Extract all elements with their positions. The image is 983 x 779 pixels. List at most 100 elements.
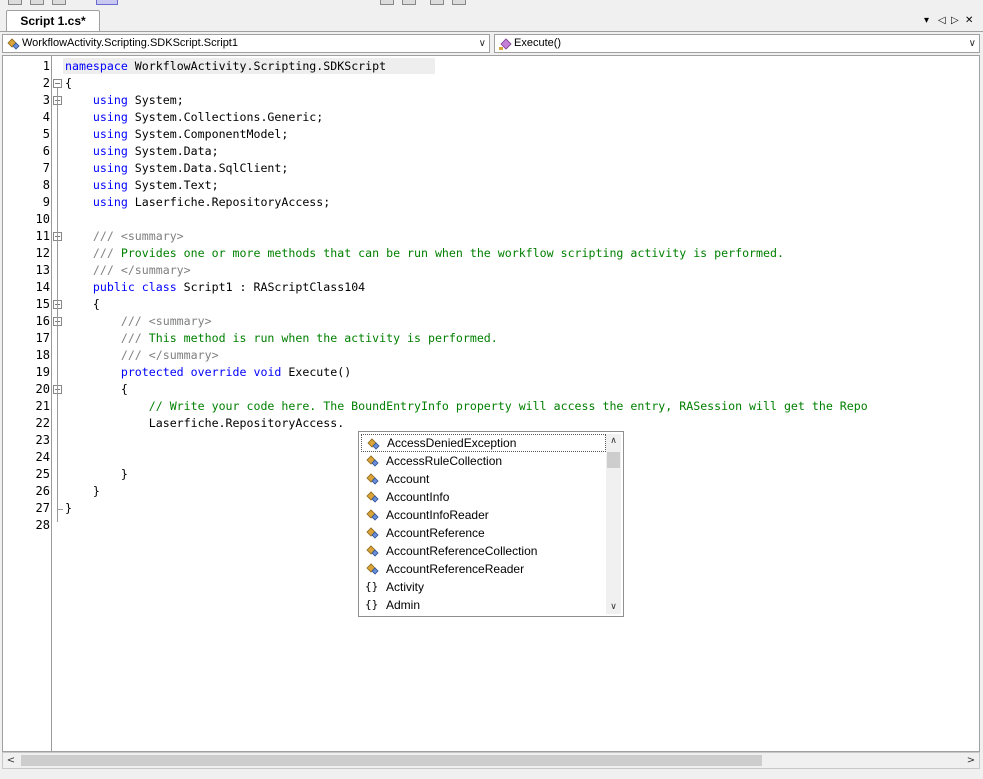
code-text: WorkflowActivity.Scripting.SDKScript xyxy=(127,59,387,73)
code-line: /// <summary> xyxy=(65,228,184,245)
status-strip xyxy=(0,770,983,779)
code-text: System.Collections.Generic; xyxy=(127,110,324,124)
code-line: /// </summary> xyxy=(65,347,219,364)
code-comment: /// xyxy=(120,331,149,345)
toolbar-button[interactable] xyxy=(8,0,22,5)
code-text: } xyxy=(65,484,100,498)
scroll-right-icon[interactable]: > xyxy=(963,753,979,768)
horizontal-scrollbar[interactable]: < > xyxy=(2,752,980,769)
class-navigation-combo[interactable]: WorkflowActivity.Scripting.SDKScript.Scr… xyxy=(2,34,490,53)
code-area[interactable]: namespace WorkflowActivity.Scripting.SDK… xyxy=(3,56,979,751)
code-line: using System.Collections.Generic; xyxy=(65,109,323,126)
code-comment: <summary> xyxy=(120,229,184,243)
tab-script-1[interactable]: Script 1.cs* xyxy=(6,10,100,31)
class-icon xyxy=(7,38,20,50)
code-keyword: using xyxy=(92,144,128,158)
code-keyword: void xyxy=(253,365,282,379)
code-line: // Write your code here. The BoundEntryI… xyxy=(65,398,868,415)
code-line: { xyxy=(65,75,72,92)
code-text: System; xyxy=(127,93,184,107)
code-editor[interactable]: 1 2 3 4 5 6 7 8 9 10 11 12 13 14 15 16 17 18 19 20 21 22 23 24 2… xyxy=(2,55,980,752)
toolbar-button[interactable] xyxy=(430,0,444,5)
code-text: Execute() xyxy=(281,365,352,379)
code-keyword: override xyxy=(190,365,247,379)
code-keyword: using xyxy=(92,195,128,209)
code-text: System.Data; xyxy=(127,144,219,158)
code-comment: Provides one or more methods that can be… xyxy=(120,246,784,260)
code-text: } xyxy=(65,467,128,481)
code-line: } xyxy=(65,500,72,517)
code-line: Laserfiche.RepositoryAccess. xyxy=(65,415,344,432)
code-comment: /// xyxy=(120,314,149,328)
code-line: using Laserfiche.RepositoryAccess; xyxy=(65,194,330,211)
code-keyword: namespace xyxy=(65,59,128,73)
toolbar-button[interactable] xyxy=(96,0,118,5)
code-line: } xyxy=(65,483,100,500)
scroll-thumb[interactable] xyxy=(21,755,762,766)
code-keyword: protected xyxy=(120,365,184,379)
code-text: Script1 : RAScriptClass104 xyxy=(176,280,366,294)
code-comment: This method is run when the activity is … xyxy=(148,331,498,345)
code-comment: // Write your code here. The BoundEntryI… xyxy=(148,399,868,413)
toolbar-button[interactable] xyxy=(30,0,44,5)
toolbar-button[interactable] xyxy=(402,0,416,5)
code-line: /// Provides one or more methods that ca… xyxy=(65,245,784,262)
tab-next-icon[interactable]: ▷ xyxy=(951,16,959,26)
code-keyword: using xyxy=(92,161,128,175)
tab-list-dropdown-icon[interactable]: ▾ xyxy=(924,16,929,26)
method-icon xyxy=(499,38,512,50)
tab-prev-icon[interactable]: ◁ xyxy=(938,16,946,26)
code-text: System.Data.SqlClient; xyxy=(127,161,289,175)
scroll-left-icon[interactable]: < xyxy=(3,753,19,768)
code-text: { xyxy=(65,382,128,396)
code-line: /// This method is run when the activity… xyxy=(65,330,498,347)
code-text: { xyxy=(65,76,72,90)
code-keyword: using xyxy=(92,127,128,141)
code-line: using System.ComponentModel; xyxy=(65,126,288,143)
code-comment: /// xyxy=(92,263,121,277)
code-comment: </summary> xyxy=(120,263,191,277)
code-keyword: using xyxy=(92,93,128,107)
code-comment: /// xyxy=(92,229,121,243)
code-comment: <summary> xyxy=(148,314,212,328)
chevron-down-icon[interactable]: ∨ xyxy=(479,35,486,52)
code-line: /// <summary> xyxy=(65,313,212,330)
code-keyword: class xyxy=(141,280,177,294)
code-comment: /// xyxy=(92,246,121,260)
code-keyword: public xyxy=(92,280,135,294)
code-line: namespace WorkflowActivity.Scripting.SDK… xyxy=(65,58,386,75)
code-line: using System.Text; xyxy=(65,177,219,194)
code-line: public class Script1 : RAScriptClass104 xyxy=(65,279,365,296)
toolbar-button[interactable] xyxy=(452,0,466,5)
code-line: /// </summary> xyxy=(65,262,191,279)
code-line: { xyxy=(65,296,100,313)
code-text: } xyxy=(65,501,72,515)
code-comment: </summary> xyxy=(148,348,219,362)
code-line: using System.Data; xyxy=(65,143,219,160)
code-text: { xyxy=(65,297,100,311)
chevron-down-icon[interactable]: ∨ xyxy=(969,35,976,52)
close-icon[interactable]: ✕ xyxy=(965,16,973,26)
code-line: { xyxy=(65,381,128,398)
toolbar-button[interactable] xyxy=(380,0,394,5)
member-navigation-combo[interactable]: Execute() ∨ xyxy=(494,34,980,53)
code-comment: /// xyxy=(120,348,149,362)
class-combo-value: WorkflowActivity.Scripting.SDKScript.Scr… xyxy=(22,37,238,49)
code-text: System.Text; xyxy=(127,178,219,192)
toolbar-button[interactable] xyxy=(52,0,66,5)
code-text: Laserfiche.RepositoryAccess; xyxy=(127,195,331,209)
